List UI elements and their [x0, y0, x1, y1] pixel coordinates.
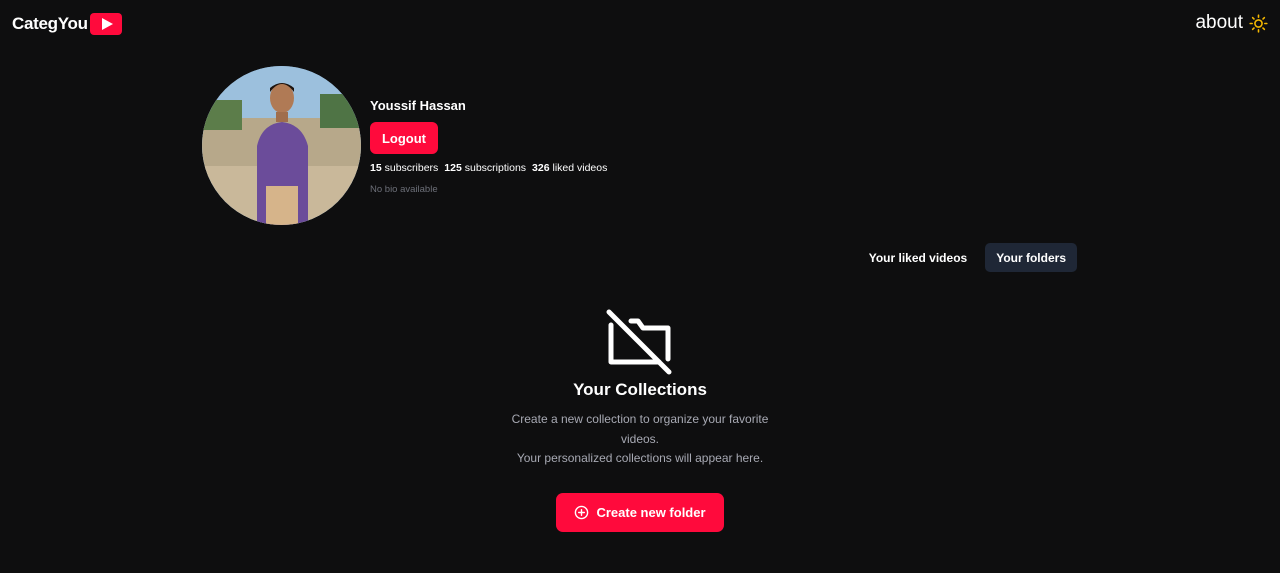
- tab-folders[interactable]: Your folders: [985, 243, 1077, 272]
- create-folder-label: Create new folder: [596, 504, 706, 520]
- logo[interactable]: CategYou: [12, 13, 122, 35]
- liked-label: liked videos: [552, 162, 608, 174]
- empty-description-line1: Create a new collection to organize your…: [511, 412, 769, 446]
- profile-section: Youssif Hassan Logout 15 subscribers 125…: [202, 66, 607, 225]
- logout-button[interactable]: Logout: [370, 122, 438, 154]
- subscribers-count: 15: [370, 162, 382, 174]
- liked-stat: 326 liked videos: [532, 162, 607, 174]
- empty-description: Create a new collection to organize your…: [500, 410, 780, 469]
- logo-text: CategYou: [12, 14, 88, 33]
- empty-collections: Your Collections Create a new collection…: [440, 308, 840, 532]
- folder-off-icon: [606, 309, 672, 375]
- liked-count: 326: [532, 162, 550, 174]
- about-link[interactable]: about: [1195, 12, 1243, 34]
- empty-title: Your Collections: [573, 380, 707, 399]
- empty-description-line2: Your personalized collections will appea…: [516, 451, 764, 465]
- profile-stats: 15 subscribers 125 subscriptions 326 lik…: [370, 162, 607, 174]
- username: Youssif Hassan: [370, 98, 466, 113]
- subscribers-label: subscribers: [384, 162, 439, 174]
- subscribers-stat: 15 subscribers: [370, 162, 438, 174]
- sun-icon[interactable]: [1249, 13, 1268, 33]
- avatar-photo: [202, 66, 361, 225]
- subscriptions-label: subscriptions: [464, 162, 527, 174]
- bio-text: No bio available: [370, 184, 438, 195]
- profile-tabs: Your liked videos Your folders: [858, 243, 1077, 272]
- tab-liked-videos[interactable]: Your liked videos: [858, 243, 978, 272]
- top-bar: CategYou about: [0, 0, 1280, 48]
- subscriptions-stat: 125 subscriptions: [444, 162, 526, 174]
- avatar: [202, 66, 361, 225]
- header-actions: about: [1195, 12, 1268, 34]
- create-folder-button[interactable]: Create new folder: [556, 492, 724, 532]
- profile-info: Youssif Hassan Logout 15 subscribers 125…: [370, 66, 607, 225]
- play-icon: [89, 13, 122, 35]
- plus-circle-icon: [575, 505, 589, 519]
- subscriptions-count: 125: [444, 162, 462, 174]
